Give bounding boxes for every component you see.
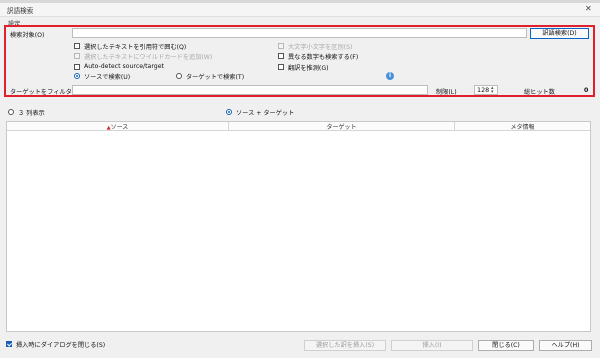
column-target-label: ターゲット bbox=[326, 124, 357, 131]
search-source-label: ソースで検索(U) bbox=[84, 74, 131, 81]
limit-spinner[interactable]: ▴ ▾ bbox=[491, 86, 494, 95]
search-target-mode-label: ターゲットで検索(T) bbox=[186, 74, 245, 81]
wildcard-selected-label: 選択したテキストにワイルドカードを追加(W) bbox=[84, 54, 213, 61]
insert-selected-button[interactable]: 選択した訳を挿入(S) bbox=[304, 340, 386, 351]
help-button[interactable]: ヘルプ(H) bbox=[539, 340, 592, 351]
search-source-radio[interactable] bbox=[74, 73, 80, 79]
column-source-label: ソース bbox=[110, 124, 129, 131]
search-button[interactable]: 訳語検索(D) bbox=[530, 28, 589, 39]
different-numbers-label: 異なる数字も検索する(F) bbox=[288, 54, 359, 61]
insert-button[interactable]: 挿入(I) bbox=[391, 340, 473, 351]
source-target-radio[interactable] bbox=[226, 109, 232, 115]
column-header-target[interactable]: ターゲット bbox=[229, 122, 455, 131]
close-after-insert-label: 挿入時にダイアログを閉じる(S) bbox=[16, 342, 106, 349]
search-target-label: 検索対象(O) bbox=[10, 32, 45, 39]
limit-value: 128 bbox=[477, 86, 490, 94]
column-header-meta[interactable]: メタ情報 bbox=[455, 122, 590, 131]
filter-target-input[interactable] bbox=[72, 85, 428, 95]
close-after-insert-checkbox[interactable] bbox=[6, 341, 12, 347]
source-target-label: ソース + ターゲット bbox=[236, 110, 295, 117]
guess-translation-label: 翻訳を推測(G) bbox=[288, 65, 329, 72]
info-icon[interactable]: i bbox=[386, 72, 394, 80]
case-sensitive-label: 大文字小文字を区別(S) bbox=[288, 44, 353, 51]
column-header-source[interactable]: ▲ソース bbox=[7, 122, 229, 131]
results-table[interactable]: ▲ソース ターゲット メタ情報 bbox=[6, 121, 591, 332]
filter-target-label: ターゲットをフィルタ(F) bbox=[10, 89, 81, 96]
auto-detect-checkbox[interactable] bbox=[74, 64, 80, 70]
total-hits-value: 0 bbox=[584, 87, 589, 94]
quote-selected-checkbox[interactable] bbox=[74, 43, 80, 49]
guess-translation-checkbox[interactable] bbox=[278, 64, 284, 70]
three-column-label: ３ 列表示 bbox=[18, 110, 45, 117]
total-hits-label: 総ヒット数 bbox=[524, 89, 555, 96]
search-input[interactable] bbox=[72, 28, 527, 38]
close-icon[interactable]: ✕ bbox=[585, 4, 592, 13]
window-title: 訳語検索 bbox=[7, 7, 34, 15]
limit-input[interactable]: 128 bbox=[474, 85, 498, 95]
different-numbers-checkbox[interactable] bbox=[278, 53, 284, 59]
title-bar bbox=[0, 3, 600, 17]
case-sensitive-checkbox bbox=[278, 43, 284, 49]
quote-selected-label: 選択したテキストを引用符で囲む(Q) bbox=[84, 44, 187, 51]
auto-detect-label: Auto-detect source/target bbox=[84, 63, 164, 70]
search-target-radio[interactable] bbox=[176, 73, 182, 79]
column-meta-label: メタ情報 bbox=[510, 124, 535, 131]
limit-label: 制限(L) bbox=[436, 89, 457, 96]
close-button[interactable]: 閉じる(C) bbox=[478, 340, 534, 351]
wildcard-selected-checkbox bbox=[74, 53, 80, 59]
three-column-radio[interactable] bbox=[8, 109, 14, 115]
